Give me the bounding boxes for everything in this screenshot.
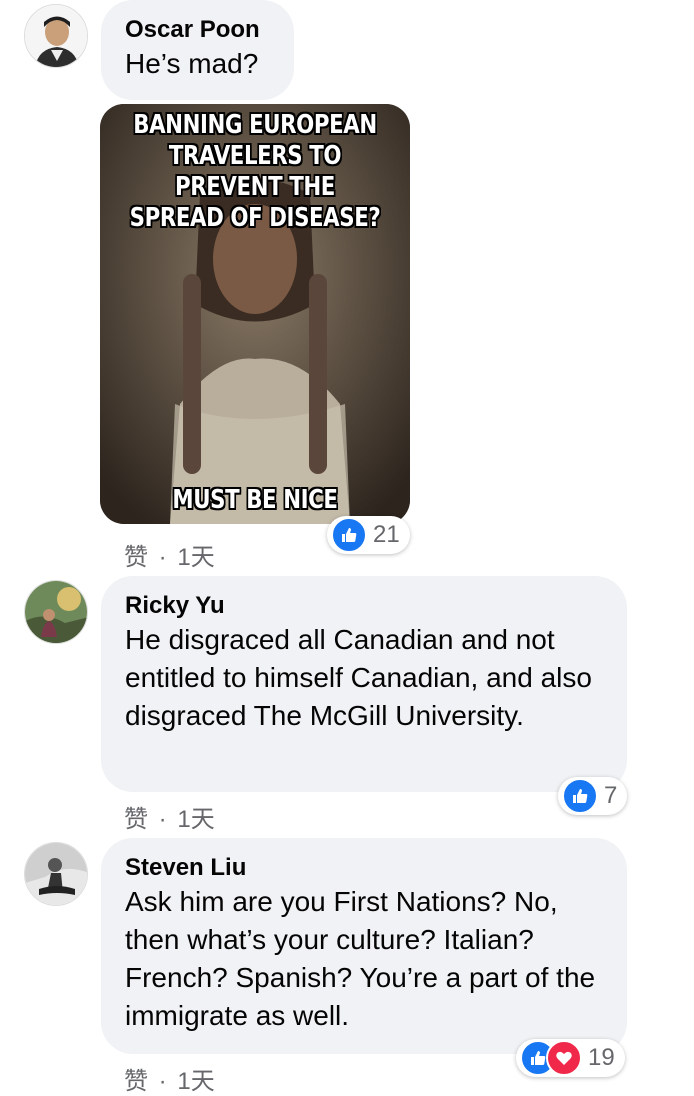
comment-meta: 赞 · 1天 bbox=[124, 537, 215, 572]
like-icon bbox=[331, 517, 367, 553]
comment-bubble: Ricky Yu He disgraced all Canadian and n… bbox=[101, 576, 627, 792]
like-link[interactable]: 赞 bbox=[124, 544, 148, 571]
comment-text: Ask him are you First Nations? No, then … bbox=[125, 886, 596, 1031]
comment-text: He disgraced all Canadian and not entitl… bbox=[125, 624, 592, 731]
separator: · bbox=[158, 1068, 167, 1095]
comment-bubble: Steven Liu Ask him are you First Nations… bbox=[101, 838, 627, 1054]
avatar[interactable] bbox=[24, 580, 88, 644]
like-icon bbox=[562, 778, 598, 814]
reaction-summary[interactable]: 7 bbox=[558, 777, 628, 815]
timestamp[interactable]: 1天 bbox=[177, 806, 214, 833]
heart-icon bbox=[546, 1040, 582, 1076]
separator: · bbox=[158, 544, 167, 571]
comment-author[interactable]: Steven Liu bbox=[125, 853, 603, 883]
like-link[interactable]: 赞 bbox=[124, 806, 148, 833]
timestamp[interactable]: 1天 bbox=[177, 1068, 214, 1095]
comment-meta: 赞 · 1天 bbox=[124, 1061, 215, 1096]
separator: · bbox=[158, 806, 167, 833]
reaction-count: 21 bbox=[373, 521, 400, 548]
avatar[interactable] bbox=[24, 842, 88, 906]
comment-author[interactable]: Oscar Poon bbox=[125, 15, 270, 45]
reaction-summary[interactable]: 21 bbox=[327, 516, 410, 554]
meme-bottom-text: MUST BE NICE bbox=[172, 485, 338, 515]
like-link[interactable]: 赞 bbox=[124, 1068, 148, 1095]
meme-image[interactable]: BANNING EUROPEAN TRAVELERS TO PREVENT TH… bbox=[100, 104, 410, 524]
comment-bubble: Oscar Poon He’s mad? bbox=[101, 0, 294, 100]
reaction-count: 19 bbox=[588, 1044, 615, 1071]
comment-meta: 赞 · 1天 bbox=[124, 799, 215, 834]
comment-text: He’s mad? bbox=[125, 48, 259, 79]
avatar[interactable] bbox=[24, 4, 88, 68]
reaction-count: 7 bbox=[604, 782, 618, 809]
meme-top-text: BANNING EUROPEAN TRAVELERS TO PREVENT TH… bbox=[129, 110, 381, 233]
timestamp[interactable]: 1天 bbox=[177, 544, 214, 571]
comment-author[interactable]: Ricky Yu bbox=[125, 591, 603, 621]
reaction-summary[interactable]: 19 bbox=[516, 1039, 625, 1077]
